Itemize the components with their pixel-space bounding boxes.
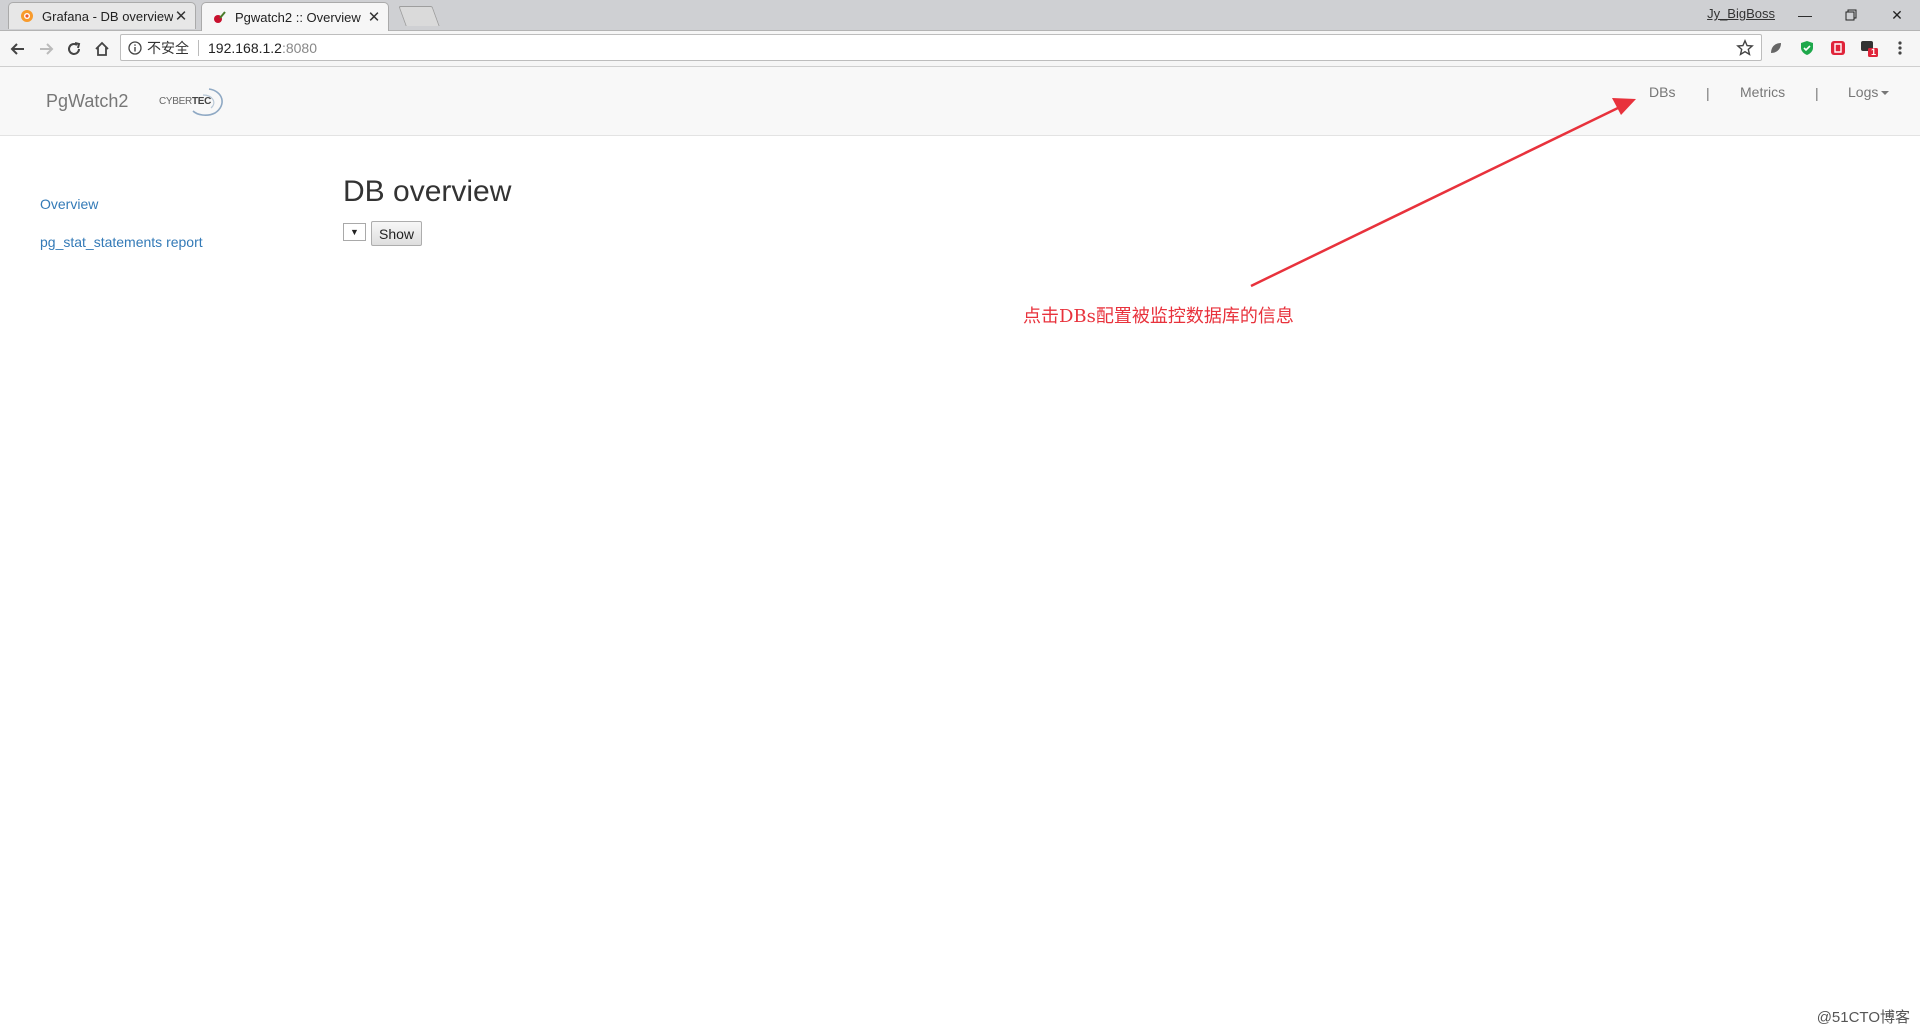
bookmark-star-icon[interactable]: [1736, 39, 1754, 57]
reload-icon[interactable]: [62, 37, 86, 61]
browser-menu-icon[interactable]: [1890, 38, 1910, 58]
extension-leaf-icon[interactable]: [1766, 38, 1786, 58]
annotation-arrow: [1250, 98, 1636, 288]
browser-tab-grafana[interactable]: Grafana - DB overview ✕: [8, 2, 196, 29]
url-host: 192.168.1.2: [208, 39, 282, 56]
minimize-icon[interactable]: —: [1782, 0, 1828, 30]
close-icon[interactable]: ✕: [173, 7, 189, 25]
divider: [198, 39, 199, 56]
grafana-icon: [19, 8, 35, 24]
watermark: @51CTO博客: [1816, 1009, 1910, 1026]
nav-link-logs-label: Logs: [1848, 84, 1879, 100]
info-icon[interactable]: [127, 40, 143, 56]
back-icon[interactable]: [6, 37, 30, 61]
browser-toolbar: 不安全 192.168.1.2 :8080 1: [0, 31, 1920, 67]
show-button[interactable]: Show: [371, 221, 422, 246]
extension-shield-icon[interactable]: [1797, 38, 1817, 58]
dropdown-arrow-icon: ▼: [350, 227, 359, 237]
home-icon[interactable]: [90, 37, 114, 61]
nav-link-metrics[interactable]: Metrics: [1740, 84, 1785, 100]
extension-badge-count: 1: [1871, 47, 1877, 57]
nav-link-dbs[interactable]: DBs: [1649, 84, 1675, 100]
window-close-icon[interactable]: ✕: [1874, 0, 1920, 30]
page-title: DB overview: [343, 175, 512, 208]
profile-name[interactable]: Jy_BigBoss: [1707, 6, 1775, 21]
extension-badge-icon[interactable]: 1: [1859, 38, 1879, 58]
close-icon[interactable]: ✕: [366, 8, 382, 26]
extension-red-icon[interactable]: [1828, 38, 1848, 58]
tab-title: Grafana - DB overview: [42, 8, 173, 24]
db-select[interactable]: ▼: [343, 223, 366, 241]
tab-title: Pgwatch2 :: Overview: [235, 9, 361, 25]
pgwatch-icon: [212, 9, 228, 25]
nav-dropdown-logs[interactable]: Logs: [1848, 84, 1890, 100]
caret-down-icon: [1881, 91, 1890, 96]
brand-link[interactable]: PgWatch2: [46, 91, 128, 112]
new-tab-button[interactable]: [398, 6, 440, 26]
sidebar-item-pg-stat-statements[interactable]: pg_stat_statements report: [40, 234, 203, 250]
sidebar-item-overview[interactable]: Overview: [40, 196, 203, 212]
nav-separator: |: [1706, 85, 1710, 101]
address-bar[interactable]: 不安全 192.168.1.2 :8080: [120, 34, 1762, 61]
restore-icon[interactable]: [1828, 0, 1874, 30]
app-navbar: PgWatch2 CYBERTEC DBs | Metrics | Logs: [0, 67, 1920, 136]
annotation-text: 点击DBs配置被监控数据库的信息: [1023, 306, 1294, 327]
browser-tab-strip: Grafana - DB overview ✕ Pgwatch2 :: Over…: [0, 0, 1920, 31]
cybertec-logo: CYBERTEC: [157, 85, 229, 119]
url-port: :8080: [281, 39, 318, 56]
security-label: 不安全: [147, 39, 189, 56]
sidebar: Overview pg_stat_statements report: [40, 196, 203, 272]
logo-text: CYBERTEC: [159, 96, 212, 107]
forward-icon[interactable]: [34, 37, 58, 61]
nav-separator: |: [1815, 85, 1819, 101]
browser-tab-pgwatch[interactable]: Pgwatch2 :: Overview ✕: [201, 2, 389, 31]
